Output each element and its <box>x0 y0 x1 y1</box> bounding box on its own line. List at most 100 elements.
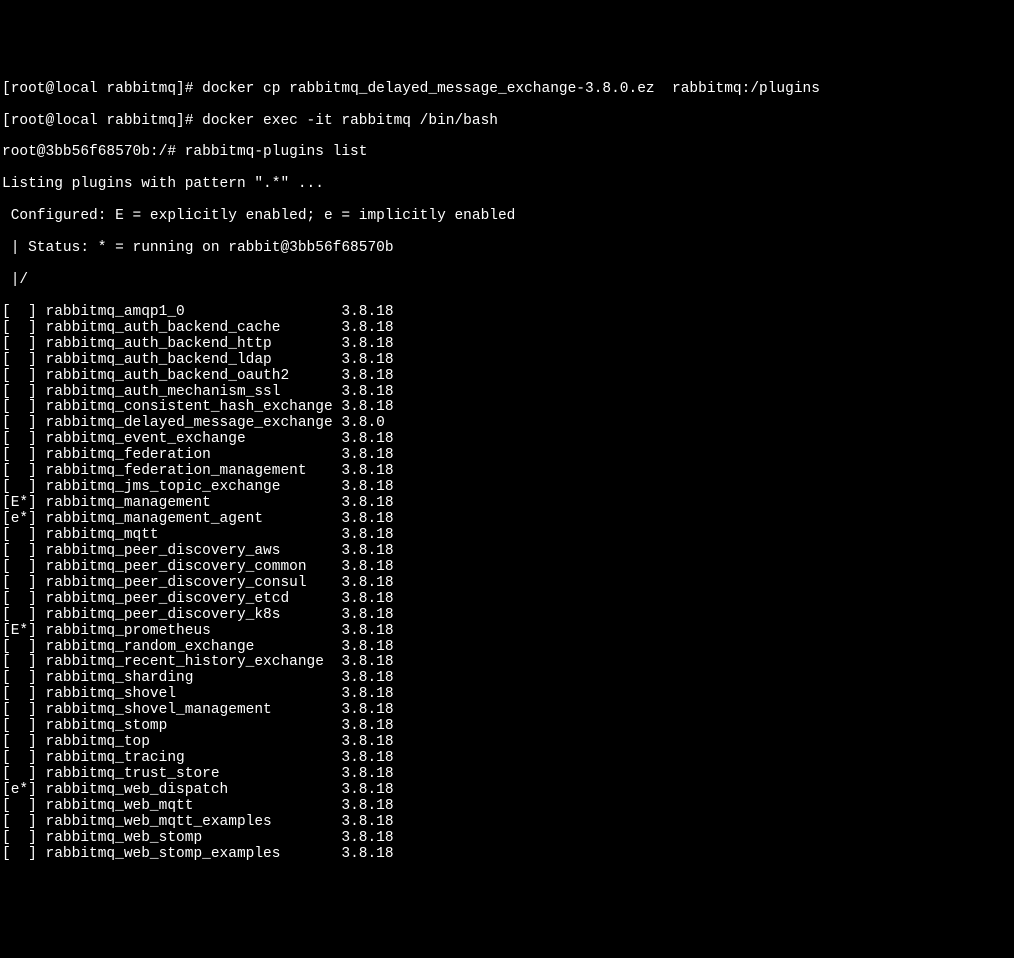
plugin-row: [ ] rabbitmq_auth_backend_cache 3.8.18 <box>2 321 1012 337</box>
command-line-2: [root@local rabbitmq]# docker exec -it r… <box>2 114 1012 130</box>
plugin-name: rabbitmq_jms_topic_exchange <box>46 479 342 495</box>
plugin-row: [E*] rabbitmq_management 3.8.18 <box>2 496 1012 512</box>
plugin-version: 3.8.0 <box>341 415 385 431</box>
plugin-status: [ ] <box>2 399 37 415</box>
plugin-row: [ ] rabbitmq_mqtt 3.8.18 <box>2 528 1012 544</box>
plugin-status: [ ] <box>2 431 37 447</box>
plugin-name: rabbitmq_shovel_management <box>46 702 342 718</box>
plugin-version: 3.8.18 <box>341 527 393 543</box>
output-divider: |/ <box>2 273 1012 289</box>
plugin-name: rabbitmq_prometheus <box>46 623 342 639</box>
plugin-status: [ ] <box>2 718 37 734</box>
output-status: | Status: * = running on rabbit@3bb56f68… <box>2 241 1012 257</box>
plugin-name: rabbitmq_peer_discovery_aws <box>46 543 342 559</box>
plugin-name: rabbitmq_web_dispatch <box>46 782 342 798</box>
plugin-name: rabbitmq_amqp1_0 <box>46 304 342 320</box>
plugin-row: [ ] rabbitmq_shovel_management 3.8.18 <box>2 703 1012 719</box>
plugin-status: [ ] <box>2 415 37 431</box>
plugin-status: [ ] <box>2 750 37 766</box>
plugin-row: [ ] rabbitmq_auth_backend_ldap 3.8.18 <box>2 353 1012 369</box>
plugin-status: [ ] <box>2 607 37 623</box>
plugin-name: rabbitmq_random_exchange <box>46 639 342 655</box>
plugin-row: [ ] rabbitmq_peer_discovery_common 3.8.1… <box>2 560 1012 576</box>
plugin-version: 3.8.18 <box>341 368 393 384</box>
plugin-name: rabbitmq_auth_backend_http <box>46 336 342 352</box>
plugin-status: [ ] <box>2 304 37 320</box>
plugin-row: [ ] rabbitmq_auth_mechanism_ssl 3.8.18 <box>2 385 1012 401</box>
plugin-status: [ ] <box>2 368 37 384</box>
plugin-row: [ ] rabbitmq_web_mqtt 3.8.18 <box>2 799 1012 815</box>
plugin-version: 3.8.18 <box>341 654 393 670</box>
plugin-status: [ ] <box>2 320 37 336</box>
plugin-name: rabbitmq_federation_management <box>46 463 342 479</box>
plugin-name: rabbitmq_management_agent <box>46 511 342 527</box>
plugin-status: [ ] <box>2 766 37 782</box>
plugin-name: rabbitmq_trust_store <box>46 766 342 782</box>
plugin-name: rabbitmq_peer_discovery_etcd <box>46 591 342 607</box>
plugin-row: [ ] rabbitmq_shovel 3.8.18 <box>2 687 1012 703</box>
plugin-version: 3.8.18 <box>341 384 393 400</box>
plugin-row: [ ] rabbitmq_web_mqtt_examples 3.8.18 <box>2 815 1012 831</box>
plugin-version: 3.8.18 <box>341 734 393 750</box>
plugin-version: 3.8.18 <box>341 336 393 352</box>
plugin-row: [e*] rabbitmq_management_agent 3.8.18 <box>2 512 1012 528</box>
plugin-row: [ ] rabbitmq_peer_discovery_consul 3.8.1… <box>2 576 1012 592</box>
plugin-name: rabbitmq_federation <box>46 447 342 463</box>
terminal-output[interactable]: [root@local rabbitmq]# docker cp rabbitm… <box>2 66 1012 879</box>
plugin-version: 3.8.18 <box>341 352 393 368</box>
plugin-status: [ ] <box>2 336 37 352</box>
plugin-row: [ ] rabbitmq_federation 3.8.18 <box>2 448 1012 464</box>
plugin-version: 3.8.18 <box>341 447 393 463</box>
plugin-status: [ ] <box>2 384 37 400</box>
plugin-version: 3.8.18 <box>341 399 393 415</box>
plugin-name: rabbitmq_consistent_hash_exchange <box>46 399 342 415</box>
plugin-row: [e*] rabbitmq_web_dispatch 3.8.18 <box>2 783 1012 799</box>
plugin-status: [ ] <box>2 591 37 607</box>
plugin-row: [ ] rabbitmq_auth_backend_oauth2 3.8.18 <box>2 369 1012 385</box>
plugin-row: [ ] rabbitmq_event_exchange 3.8.18 <box>2 432 1012 448</box>
plugin-version: 3.8.18 <box>341 623 393 639</box>
command-3: rabbitmq-plugins list <box>185 144 368 160</box>
command-line-1: [root@local rabbitmq]# docker cp rabbitm… <box>2 82 1012 98</box>
plugin-version: 3.8.18 <box>341 559 393 575</box>
command-line-3: root@3bb56f68570b:/# rabbitmq-plugins li… <box>2 145 1012 161</box>
plugin-row: [ ] rabbitmq_sharding 3.8.18 <box>2 671 1012 687</box>
plugin-status: [ ] <box>2 702 37 718</box>
plugin-status: [ ] <box>2 686 37 702</box>
plugin-version: 3.8.18 <box>341 830 393 846</box>
plugin-version: 3.8.18 <box>341 320 393 336</box>
plugin-row: [ ] rabbitmq_top 3.8.18 <box>2 735 1012 751</box>
plugin-name: rabbitmq_stomp <box>46 718 342 734</box>
plugin-status: [ ] <box>2 814 37 830</box>
plugin-version: 3.8.18 <box>341 846 393 862</box>
plugin-version: 3.8.18 <box>341 670 393 686</box>
plugin-version: 3.8.18 <box>341 591 393 607</box>
plugin-status: [ ] <box>2 527 37 543</box>
plugin-name: rabbitmq_tracing <box>46 750 342 766</box>
plugin-version: 3.8.18 <box>341 639 393 655</box>
plugin-row: [ ] rabbitmq_delayed_message_exchange 3.… <box>2 416 1012 432</box>
plugin-row: [ ] rabbitmq_amqp1_0 3.8.18 <box>2 305 1012 321</box>
plugin-name: rabbitmq_auth_backend_ldap <box>46 352 342 368</box>
prompt-3: root@3bb56f68570b:/# <box>2 144 185 160</box>
plugin-row: [ ] rabbitmq_consistent_hash_exchange 3.… <box>2 400 1012 416</box>
plugin-row: [ ] rabbitmq_peer_discovery_k8s 3.8.18 <box>2 608 1012 624</box>
plugin-version: 3.8.18 <box>341 495 393 511</box>
plugin-version: 3.8.18 <box>341 782 393 798</box>
plugin-status: [ ] <box>2 639 37 655</box>
plugin-row: [ ] rabbitmq_federation_management 3.8.1… <box>2 464 1012 480</box>
plugin-row: [ ] rabbitmq_auth_backend_http 3.8.18 <box>2 337 1012 353</box>
plugin-row: [ ] rabbitmq_recent_history_exchange 3.8… <box>2 655 1012 671</box>
prompt-1: [root@local rabbitmq]# <box>2 81 202 97</box>
plugin-status: [ ] <box>2 830 37 846</box>
plugin-name: rabbitmq_auth_backend_oauth2 <box>46 368 342 384</box>
plugin-name: rabbitmq_top <box>46 734 342 750</box>
plugin-version: 3.8.18 <box>341 479 393 495</box>
plugin-status: [ ] <box>2 670 37 686</box>
plugin-name: rabbitmq_web_stomp_examples <box>46 846 342 862</box>
plugin-row: [ ] rabbitmq_trust_store 3.8.18 <box>2 767 1012 783</box>
plugin-name: rabbitmq_web_mqtt <box>46 798 342 814</box>
plugin-name: rabbitmq_web_mqtt_examples <box>46 814 342 830</box>
plugin-name: rabbitmq_recent_history_exchange <box>46 654 342 670</box>
command-1: docker cp rabbitmq_delayed_message_excha… <box>202 81 820 97</box>
